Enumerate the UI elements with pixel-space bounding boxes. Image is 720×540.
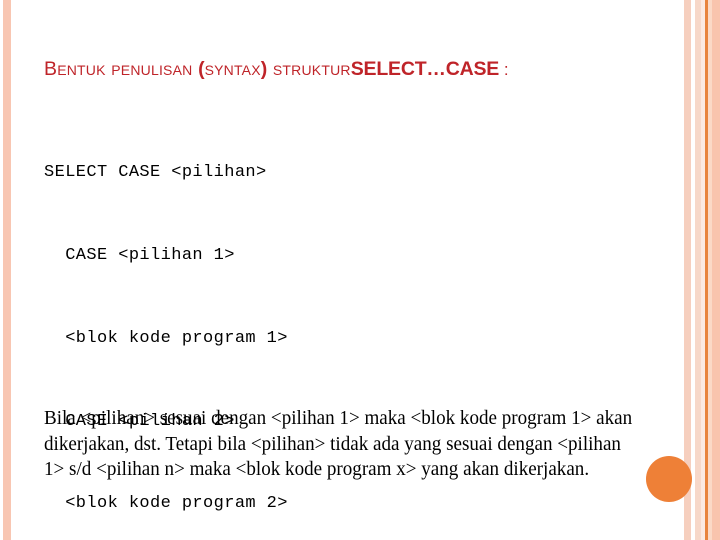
title-segment-syntax: syntax — [204, 58, 261, 80]
explanation-paragraph: Bila <pilihan> sesuai dengan <pilihan 1>… — [44, 407, 633, 480]
title-segment-intro: Bentuk penulisan — [44, 58, 199, 80]
decor-stripe-right-6 — [712, 0, 720, 540]
title-segment-colon: : — [499, 60, 509, 79]
code-line: <blok kode program 2> — [44, 494, 288, 514]
title-segment-struktur: struktur — [267, 58, 351, 80]
title-segment-keyword: SELECT…CASE — [350, 58, 500, 80]
decor-circle-orange — [646, 456, 692, 502]
slide-canvas: Bentuk penulisan (syntax) strukturSELECT… — [0, 0, 720, 540]
decor-stripe-left — [3, 0, 11, 540]
code-line: SELECT CASE <pilihan> — [44, 163, 267, 183]
code-line: CASE <pilihan 1> — [44, 245, 235, 265]
code-line: <blok kode program 1> — [44, 328, 288, 348]
decor-stripe-right-1 — [684, 0, 691, 540]
page-title: Bentuk penulisan (syntax) strukturSELECT… — [44, 58, 644, 80]
